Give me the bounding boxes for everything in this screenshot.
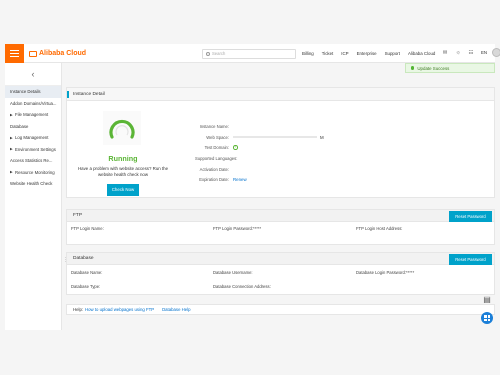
cart-icon[interactable]: ☷ <box>468 50 474 56</box>
instance-fields: Instance Name: Web Space: M Test Domain:… <box>195 121 395 185</box>
nav-alibaba-cloud[interactable]: Alibaba Cloud <box>408 51 435 56</box>
nav-ticket[interactable]: Ticket <box>322 51 334 56</box>
sidebar-item-label: Database <box>10 123 29 129</box>
sidebar-item-environment-settings[interactable]: ▶ Environment Settings <box>5 144 61 156</box>
sidebar-item-label: Log Management <box>15 135 49 141</box>
field-test-domain: Test Domain: ? <box>204 145 238 151</box>
search-input[interactable] <box>212 51 292 56</box>
ftp-login-name: FTP Login Name: <box>71 226 104 231</box>
status-gauge-icon <box>103 111 141 145</box>
nav-icp[interactable]: ICP <box>341 51 348 56</box>
database-section-header: Database Reset Password <box>66 252 495 265</box>
search-icon <box>206 51 210 56</box>
web-space-unit: M <box>320 134 324 140</box>
field-expiration-date: Expiration Date: Renew <box>199 177 247 183</box>
ftp-title: FTP <box>73 213 83 218</box>
sidebar: ‹ Instance Details Addon Domains/Virtua.… <box>5 63 68 330</box>
ftp-upload-help-link[interactable]: How to upload webpages using FTP <box>85 307 154 312</box>
database-reset-password-button[interactable]: Reset Password <box>449 254 492 265</box>
database-section-body: Database Name: Database Username: Databa… <box>66 265 495 295</box>
logo-text: Alibaba Cloud <box>39 50 87 57</box>
instance-status-text: Running <box>108 154 138 163</box>
instance-detail-header: Instance Detail <box>67 88 494 101</box>
nav-billing[interactable]: Billing <box>302 51 314 56</box>
web-space-usage-bar <box>233 135 317 139</box>
ftp-section-body: FTP Login Name: FTP Login Password:*****… <box>66 222 495 245</box>
sidebar-item-website-health-check[interactable]: Website Health Check <box>5 178 61 190</box>
avatar[interactable] <box>492 48 500 57</box>
sidebar-item-label: Environment Settings <box>15 146 56 152</box>
hamburger-menu-button[interactable] <box>5 44 24 63</box>
sidebar-item-database[interactable]: Database <box>5 121 61 133</box>
search-box[interactable] <box>202 48 296 59</box>
health-check-prompt: Have a problem with website access? Run … <box>77 166 169 177</box>
main-content: Instance Detail Running Have a problem w… <box>66 87 495 315</box>
logo-mark-icon <box>29 50 37 57</box>
sidebar-item-addon-domains[interactable]: Addon Domains/Virtua... <box>5 98 61 110</box>
sidebar-item-resource-monitoring[interactable]: ▶ Resource Monitoring <box>5 167 61 179</box>
database-connection-address: Database Connection Address: <box>213 284 271 289</box>
field-supported-languages: Supported Languages: <box>195 155 238 161</box>
sidebar-item-label: Resource Monitoring <box>15 169 55 175</box>
field-instance-name: Instance Name: <box>199 123 229 129</box>
mail-icon[interactable]: ✉ <box>442 50 448 56</box>
check-now-button[interactable]: Check Now <box>107 184 139 196</box>
ftp-login-password: FTP Login Password:***** <box>213 226 262 231</box>
update-success-toast: Update Success <box>405 63 495 73</box>
renew-link[interactable]: Renew <box>233 177 247 182</box>
instance-detail-body: Running Have a problem with website acce… <box>67 101 494 197</box>
sidebar-item-label: Website Health Check <box>10 181 53 187</box>
database-login-password: Database Login Password:***** <box>356 270 415 275</box>
sidebar-item-label: File Management <box>15 112 49 118</box>
database-help-link[interactable]: Database Help <box>162 307 190 312</box>
database-type: Database Type: <box>71 284 101 289</box>
sidebar-item-label: Access Statistics Re... <box>10 158 53 164</box>
bell-icon[interactable]: ☼ <box>455 50 461 56</box>
ftp-login-host: FTP Login Host Address: <box>356 226 403 231</box>
database-username: Database Username: <box>213 270 253 275</box>
success-check-icon <box>411 66 415 70</box>
instance-detail-panel: Instance Detail Running Have a problem w… <box>66 87 495 198</box>
field-activation-date: Activation Date: <box>199 166 229 172</box>
sidebar-item-label: Instance Details <box>10 89 41 95</box>
help-label: Help: <box>73 307 84 312</box>
sidebar-item-file-management[interactable]: ▶ File Management <box>5 109 61 121</box>
help-bar: Help: How to upload webpages using FTP D… <box>66 304 495 315</box>
back-arrow-icon[interactable]: ‹ <box>5 63 61 86</box>
database-name: Database Name: <box>71 270 103 275</box>
nav-enterprise[interactable]: Enterprise <box>357 51 377 56</box>
sidebar-item-label: Addon Domains/Virtua... <box>10 100 57 106</box>
sidebar-item-instance-details[interactable]: Instance Details <box>5 86 61 98</box>
ftp-reset-password-button[interactable]: Reset Password <box>449 211 492 222</box>
help-question-icon[interactable]: ? <box>233 145 238 150</box>
database-title: Database <box>73 256 94 261</box>
alibaba-cloud-logo[interactable]: Alibaba Cloud <box>29 48 86 59</box>
field-web-space: Web Space: M <box>206 134 324 140</box>
sidebar-item-access-statistics[interactable]: Access Statistics Re... <box>5 155 61 167</box>
ftp-section-header: FTP Reset Password <box>66 209 495 222</box>
language-switch[interactable]: EN <box>481 50 487 55</box>
sidebar-item-log-management[interactable]: ▶ Log Management <box>5 132 61 144</box>
toast-message: Update Success <box>417 65 450 71</box>
nav-support[interactable]: Support <box>385 51 400 56</box>
top-navigation-bar: Alibaba Cloud Billing Ticket ICP Enterpr… <box>5 44 500 63</box>
feedback-chat-icon[interactable]: ▤ <box>481 294 493 306</box>
quick-actions-button[interactable] <box>481 312 493 324</box>
top-nav-links: Billing Ticket ICP Enterprise Support Al… <box>302 44 443 63</box>
header-icons: ✉ ☼ ☷ EN <box>442 48 500 57</box>
